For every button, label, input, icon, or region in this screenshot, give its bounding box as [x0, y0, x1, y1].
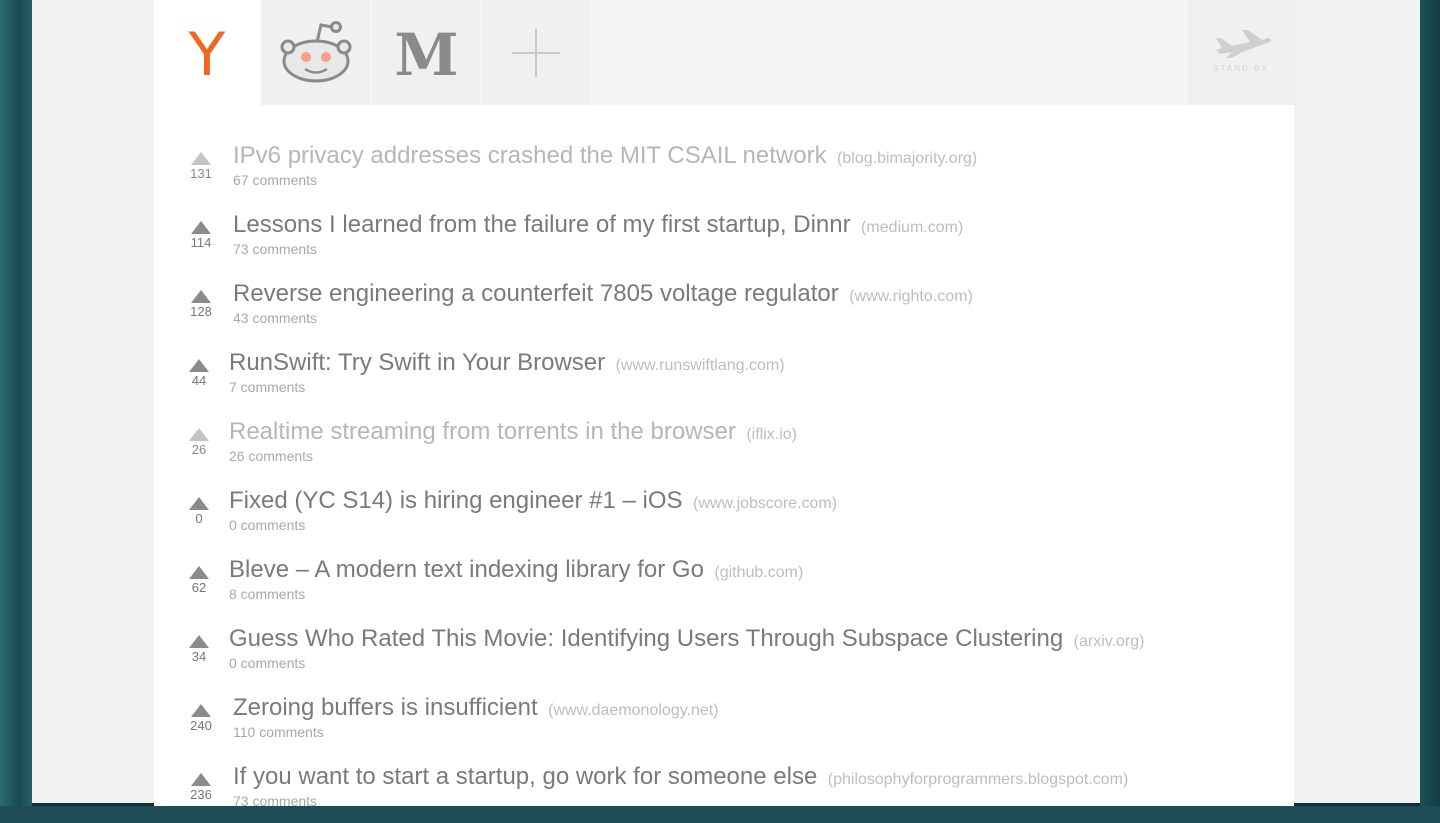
upvote-arrow-icon[interactable]	[189, 566, 209, 579]
story-item: 44 RunSwift: Try Swift in Your Browser (…	[154, 349, 1294, 409]
vote-column: 0	[185, 497, 213, 526]
story-title-link[interactable]: Zeroing buffers is insufficient	[233, 694, 538, 721]
tab-reddit[interactable]	[262, 0, 370, 105]
story-domain[interactable]: (www.righto.com)	[849, 288, 973, 305]
vote-column: 34	[185, 635, 213, 664]
story-domain[interactable]: (arxiv.org)	[1074, 633, 1145, 650]
vote-column: 62	[185, 566, 213, 595]
tab-medium[interactable]: M	[372, 0, 480, 105]
upvote-arrow-icon[interactable]	[189, 359, 209, 372]
story-domain[interactable]: (iflix.io)	[746, 426, 797, 443]
story-title-link[interactable]: If you want to start a startup, go work …	[233, 763, 817, 790]
medium-logo-icon: M	[394, 20, 458, 89]
story-title-line: Realtime streaming from torrents in the …	[229, 418, 797, 446]
story-item: 128 Reverse engineering a counterfeit 78…	[154, 280, 1294, 340]
vote-column: 236	[187, 773, 215, 802]
vote-column: 240	[187, 704, 215, 733]
story-title-line: Guess Who Rated This Movie: Identifying …	[229, 625, 1144, 653]
story-item: 236 If you want to start a startup, go w…	[154, 763, 1294, 823]
source-tab-bar: Y M STAND BY	[154, 0, 1294, 105]
story-domain[interactable]: (medium.com)	[861, 219, 963, 236]
airplane-icon	[1216, 30, 1271, 58]
story-title-line: If you want to start a startup, go work …	[233, 763, 1128, 791]
story-domain[interactable]: (blog.bimajority.org)	[837, 150, 977, 167]
points: 26	[191, 442, 207, 457]
points: 44	[191, 373, 207, 388]
story-item: 114 Lessons I learned from the failure o…	[154, 211, 1294, 271]
points: 34	[191, 649, 207, 664]
story-title-link[interactable]: Reverse engineering a counterfeit 7805 v…	[233, 280, 839, 307]
tab-hacker-news[interactable]: Y	[154, 0, 260, 105]
vote-column: 44	[185, 359, 213, 388]
story-domain[interactable]: (www.daemonology.net)	[548, 702, 718, 719]
vote-column: 114	[187, 221, 215, 250]
points: 131	[190, 166, 212, 181]
story-title-line: Bleve – A modern text indexing library f…	[229, 556, 803, 584]
points: 236	[190, 787, 212, 802]
story-title-line: Zeroing buffers is insufficient (www.dae…	[233, 694, 719, 722]
hacker-news-logo-icon: Y	[188, 19, 226, 90]
news-panel: Y M STAND BY 131 IPv6 privacy addresses …	[154, 0, 1294, 809]
points: 0	[195, 511, 203, 526]
story-title-link[interactable]: IPv6 privacy addresses crashed the MIT C…	[233, 142, 827, 169]
story-title-link[interactable]: Realtime streaming from torrents in the …	[229, 418, 736, 445]
upvote-arrow-icon[interactable]	[189, 428, 209, 441]
story-item: 240 Zeroing buffers is insufficient (www…	[154, 694, 1294, 754]
desktop-wallpaper-left	[0, 0, 32, 806]
story-title-link[interactable]: Bleve – A modern text indexing library f…	[229, 556, 704, 583]
upvote-arrow-icon[interactable]	[191, 290, 211, 303]
story-domain[interactable]: (github.com)	[714, 564, 803, 581]
story-item: 131 IPv6 privacy addresses crashed the M…	[154, 142, 1294, 202]
vote-column: 26	[185, 428, 213, 457]
story-item: 34 Guess Who Rated This Movie: Identifyi…	[154, 625, 1294, 685]
story-domain[interactable]: (philosophyforprogrammers.blogspot.com)	[828, 771, 1129, 788]
upvote-arrow-icon[interactable]	[189, 497, 209, 510]
points: 62	[191, 580, 207, 595]
vote-column: 128	[187, 290, 215, 319]
story-title-line: Reverse engineering a counterfeit 7805 v…	[233, 280, 973, 308]
upvote-arrow-icon[interactable]	[191, 152, 211, 165]
story-title-link[interactable]: Fixed (YC S14) is hiring engineer #1 – i…	[229, 487, 683, 514]
story-item: 62 Bleve – A modern text indexing librar…	[154, 556, 1294, 616]
story-title-link[interactable]: RunSwift: Try Swift in Your Browser	[229, 349, 605, 376]
reddit-alien-icon	[280, 20, 352, 82]
comments-link[interactable]: 73 comments	[233, 793, 317, 809]
story-title-line: Fixed (YC S14) is hiring engineer #1 – i…	[229, 487, 837, 515]
comments-link[interactable]: 73 comments	[233, 241, 317, 257]
story-item: 0 Fixed (YC S14) is hiring engineer #1 –…	[154, 487, 1294, 547]
story-title-line: IPv6 privacy addresses crashed the MIT C…	[233, 142, 977, 170]
tab-add-source[interactable]	[482, 0, 590, 105]
comments-link[interactable]: 43 comments	[233, 310, 317, 326]
story-title-link[interactable]: Guess Who Rated This Movie: Identifying …	[229, 625, 1063, 652]
comments-link[interactable]: 67 comments	[233, 172, 317, 188]
upvote-arrow-icon[interactable]	[191, 221, 211, 234]
standby-indicator[interactable]: STAND BY	[1188, 0, 1294, 105]
points: 240	[190, 718, 212, 733]
comments-link[interactable]: 110 comments	[233, 724, 324, 740]
points: 128	[190, 304, 212, 319]
points: 114	[190, 235, 212, 250]
comments-link[interactable]: 26 comments	[229, 448, 313, 464]
comments-link[interactable]: 8 comments	[229, 586, 305, 602]
story-domain[interactable]: (www.jobscore.com)	[693, 495, 837, 512]
plus-icon	[512, 28, 560, 77]
story-title-line: RunSwift: Try Swift in Your Browser (www…	[229, 349, 785, 377]
desktop-wallpaper-right	[1420, 0, 1440, 806]
story-domain[interactable]: (www.runswiftlang.com)	[616, 357, 785, 374]
standby-label: STAND BY	[1213, 64, 1269, 73]
story-item: 26 Realtime streaming from torrents in t…	[154, 418, 1294, 478]
upvote-arrow-icon[interactable]	[189, 635, 209, 648]
vote-column: 131	[187, 152, 215, 181]
comments-link[interactable]: 0 comments	[229, 517, 305, 533]
upvote-arrow-icon[interactable]	[191, 704, 211, 717]
comments-link[interactable]: 0 comments	[229, 655, 305, 671]
story-title-line: Lessons I learned from the failure of my…	[233, 211, 963, 239]
story-title-link[interactable]: Lessons I learned from the failure of my…	[233, 211, 851, 238]
upvote-arrow-icon[interactable]	[191, 773, 211, 786]
comments-link[interactable]: 7 comments	[229, 379, 305, 395]
